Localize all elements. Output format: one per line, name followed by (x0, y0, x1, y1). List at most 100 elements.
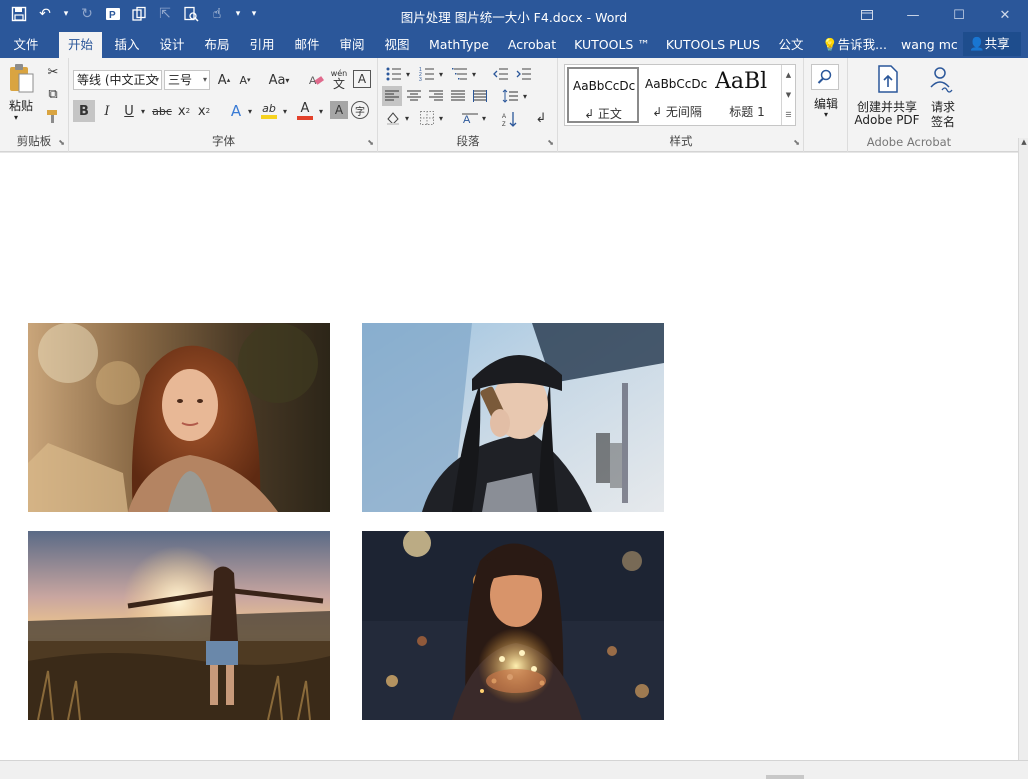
align-center-icon[interactable] (404, 86, 424, 106)
redo-icon[interactable]: ↻ (76, 3, 98, 25)
enclose-characters-button[interactable]: 字 (351, 101, 369, 119)
align-left-icon[interactable] (382, 86, 402, 106)
clear-formatting-icon[interactable]: A (306, 70, 326, 90)
character-shading-button[interactable]: A (330, 101, 348, 119)
powerpoint-icon[interactable]: P (102, 3, 124, 25)
tab-view[interactable]: 视图 (378, 32, 416, 58)
tab-mathtype[interactable]: MathType (423, 32, 495, 58)
bullets-icon[interactable] (383, 64, 405, 84)
style-heading-1[interactable]: AaBl 标题 1 (711, 67, 783, 123)
print-preview-icon[interactable] (180, 3, 202, 25)
tab-mailings[interactable]: 邮件 (288, 32, 326, 58)
shrink-font-button[interactable]: A ▾ (236, 70, 254, 90)
subscript-button[interactable]: x2 (175, 100, 193, 122)
editing-dropdown-icon[interactable]: ▾ (807, 110, 845, 119)
touch-mode-dropdown-icon[interactable]: ▾ (232, 3, 244, 25)
style-no-spacing[interactable]: AaBbCcDc ↲ 无间隔 (641, 67, 713, 123)
paragraph-launcher-icon[interactable]: ⬊ (547, 138, 554, 147)
font-size-combo[interactable]: 三号 ▾ (164, 70, 210, 90)
chevron-up-icon[interactable]: ▲ (1019, 138, 1028, 152)
font-color-button[interactable]: A (294, 98, 316, 122)
styles-launcher-icon[interactable]: ⬊ (793, 138, 800, 147)
format-painter-icon[interactable] (44, 107, 62, 125)
copy-icon[interactable]: ⧉ (44, 85, 62, 103)
document-page[interactable] (0, 153, 1018, 760)
find-icon[interactable] (811, 64, 839, 90)
ribbon-display-options-icon[interactable] (844, 0, 890, 30)
maximize-icon[interactable]: ☐ (936, 0, 982, 30)
numbering-dropdown-icon[interactable]: ▾ (437, 64, 445, 84)
share-screen-icon[interactable]: ⇱ (154, 3, 176, 25)
font-color-dropdown-icon[interactable]: ▾ (316, 100, 326, 122)
save-icon[interactable] (8, 3, 30, 25)
decrease-indent-icon[interactable] (491, 64, 511, 84)
tab-kutools[interactable]: KUTOOLS ™ (570, 32, 654, 58)
asian-layout-dropdown-icon[interactable]: ▾ (480, 108, 488, 128)
gallery-scrollbar[interactable]: ▲ ▼ ☰ (781, 65, 795, 125)
style-normal[interactable]: AaBbCcDc ↲ 正文 (567, 67, 639, 123)
share-button[interactable]: 👤共享 (963, 32, 1021, 56)
borders-dropdown-icon[interactable]: ▾ (437, 108, 445, 128)
line-spacing-icon[interactable] (499, 86, 521, 106)
superscript-button[interactable]: x2 (195, 100, 213, 122)
increase-indent-icon[interactable] (514, 64, 534, 84)
justify-icon[interactable] (448, 86, 468, 106)
underline-dropdown-icon[interactable]: ▾ (138, 100, 148, 122)
format-copy-icon[interactable] (128, 3, 150, 25)
underline-button[interactable]: U (119, 100, 139, 122)
chevron-up-icon[interactable]: ▲ (786, 71, 791, 79)
image-woman-autumn-portrait[interactable] (28, 323, 330, 512)
align-right-icon[interactable] (426, 86, 446, 106)
grow-font-button[interactable]: A ▴ (215, 70, 233, 90)
request-signature-icon[interactable] (927, 64, 957, 94)
tab-review[interactable]: 审阅 (333, 32, 371, 58)
user-account[interactable]: wang mc (901, 32, 958, 58)
borders-icon[interactable] (416, 108, 438, 128)
shading-icon[interactable] (382, 108, 404, 128)
strikethrough-button[interactable]: abc (150, 100, 174, 122)
create-pdf-label-2[interactable]: Adobe PDF (849, 113, 925, 127)
asian-layout-icon[interactable]: A (459, 108, 481, 128)
paste-dropdown-icon[interactable]: ▾ (14, 113, 18, 122)
close-icon[interactable]: ✕ (982, 0, 1028, 30)
font-launcher-icon[interactable]: ⬊ (367, 138, 374, 147)
tab-file[interactable]: 文件 (6, 32, 46, 58)
character-border-button[interactable]: A (353, 70, 371, 88)
undo-icon[interactable]: ↶ (34, 3, 56, 25)
tab-acrobat[interactable]: Acrobat (503, 32, 561, 58)
tab-insert[interactable]: 插入 (108, 32, 146, 58)
cut-icon[interactable]: ✂ (44, 63, 62, 81)
tab-layout[interactable]: 布局 (198, 32, 236, 58)
line-spacing-dropdown-icon[interactable]: ▾ (521, 86, 529, 106)
text-effects-dropdown-icon[interactable]: ▾ (245, 100, 255, 122)
multilevel-dropdown-icon[interactable]: ▾ (470, 64, 478, 84)
phonetic-guide-button[interactable]: wén 文 (328, 66, 350, 92)
tab-official-docs[interactable]: 公文 (772, 32, 810, 58)
tab-references[interactable]: 引用 (243, 32, 281, 58)
tab-kutools-plus[interactable]: KUTOOLS PLUS (662, 32, 764, 58)
image-woman-phone-street[interactable] (362, 323, 664, 512)
clipboard-launcher-icon[interactable]: ⬊ (58, 138, 65, 147)
tab-design[interactable]: 设计 (153, 32, 191, 58)
customize-qat-icon[interactable]: ▾ (248, 3, 260, 25)
request-sign-label-2[interactable]: 签名 (927, 113, 959, 130)
change-case-button[interactable]: Aa ▾ (264, 70, 294, 90)
font-name-combo[interactable]: 等线 (中文正文 ▾ (73, 70, 162, 90)
touch-mode-icon[interactable]: ☝ (206, 3, 228, 25)
multilevel-list-icon[interactable] (449, 64, 471, 84)
tab-home[interactable]: 开始 (59, 32, 102, 58)
vertical-scrollbar[interactable]: ▲ (1018, 138, 1028, 760)
text-effects-button[interactable]: A (225, 100, 247, 122)
numbering-icon[interactable]: 123 (416, 64, 438, 84)
sort-icon[interactable]: AZ (499, 108, 521, 130)
shading-dropdown-icon[interactable]: ▾ (403, 108, 411, 128)
bullets-dropdown-icon[interactable]: ▾ (404, 64, 412, 84)
create-pdf-icon[interactable] (874, 64, 902, 94)
gallery-more-icon[interactable]: ☰ (785, 111, 791, 119)
italic-button[interactable]: I (97, 100, 117, 122)
chevron-down-icon[interactable]: ▼ (786, 91, 791, 99)
highlight-dropdown-icon[interactable]: ▾ (280, 100, 290, 122)
image-woman-fairy-lights[interactable] (362, 531, 664, 720)
show-marks-icon[interactable]: ↲ (531, 108, 551, 128)
image-woman-sunset-field[interactable] (28, 531, 330, 720)
